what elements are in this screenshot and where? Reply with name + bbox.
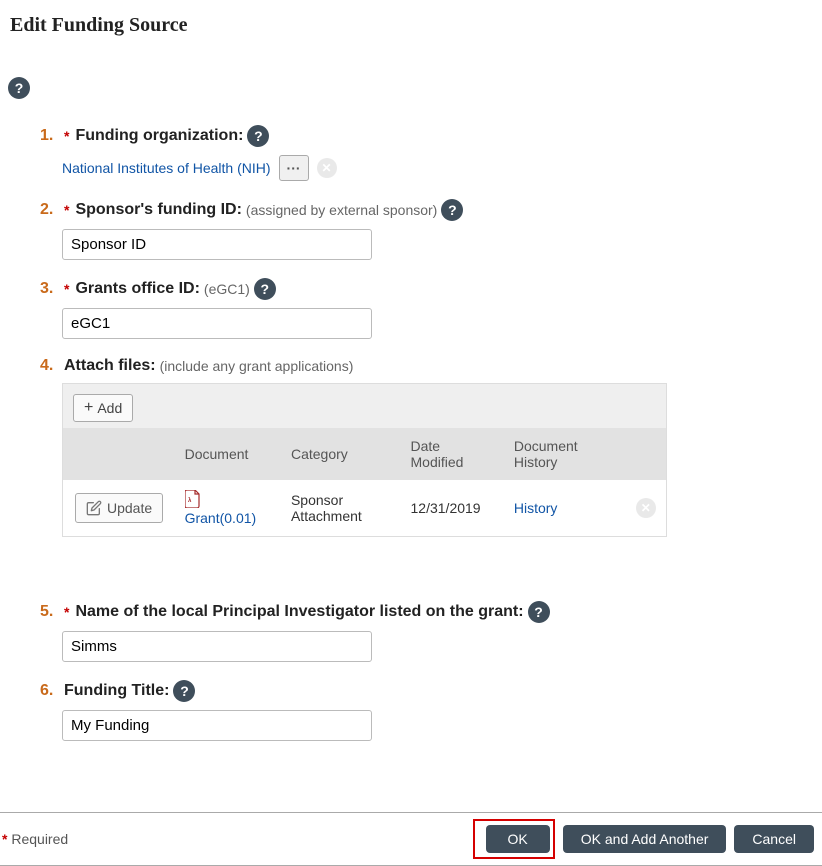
attachment-history-link[interactable]: History (514, 500, 558, 516)
attachment-date: 12/31/2019 (401, 480, 504, 536)
add-attachment-button[interactable]: + Add (73, 394, 133, 422)
field-funding-title: 6. Funding Title: ? (40, 680, 812, 741)
grants-office-id-input[interactable] (62, 308, 372, 339)
field-number: 1. (40, 127, 60, 145)
help-icon[interactable]: ? (254, 278, 276, 300)
page-title: Edit Funding Source (10, 14, 812, 37)
cancel-button[interactable]: Cancel (734, 825, 814, 853)
required-marker: * (64, 604, 69, 620)
required-footnote: * Required (2, 831, 68, 847)
funding-org-link[interactable]: National Institutes of Health (NIH) (62, 160, 271, 176)
help-icon[interactable]: ? (528, 601, 550, 623)
help-icon[interactable]: ? (247, 125, 269, 147)
field-sponsor-funding-id: 2. * Sponsor's funding ID: (assigned by … (40, 199, 812, 260)
table-row: Update λ Grant(0.01) Sponsor Attachm (63, 480, 666, 536)
add-label: Add (97, 400, 122, 416)
funding-title-input[interactable] (62, 710, 372, 741)
field-label: Attach files: (64, 357, 156, 375)
field-hint: (include any grant applications) (160, 358, 354, 374)
attachments-header-row: Document Category Date Modified Document… (63, 428, 666, 480)
plus-icon: + (84, 400, 93, 416)
field-number: 5. (40, 603, 60, 621)
svg-text:λ: λ (188, 498, 192, 504)
update-attachment-button[interactable]: Update (75, 493, 163, 523)
clear-icon[interactable]: ✕ (317, 158, 337, 178)
footer-bar: * Required OK OK and Add Another Cancel (0, 812, 822, 866)
pi-name-input[interactable] (62, 631, 372, 662)
field-label: Funding organization: (75, 127, 243, 145)
field-grants-office-id: 3. * Grants office ID: (eGC1) ? (40, 278, 812, 339)
attachment-category: Sponsor Attachment (281, 480, 401, 536)
required-marker: * (64, 202, 69, 218)
delete-attachment-icon[interactable]: ✕ (636, 498, 656, 518)
field-label: Sponsor's funding ID: (75, 201, 241, 219)
help-icon[interactable]: ? (173, 680, 195, 702)
field-number: 6. (40, 682, 60, 700)
attachment-doc-link[interactable]: Grant(0.01) (185, 510, 257, 526)
col-header-history: Document History (504, 428, 626, 480)
field-label: Name of the local Principal Investigator… (75, 603, 523, 621)
field-number: 3. (40, 280, 60, 298)
update-label: Update (107, 500, 152, 516)
field-number: 4. (40, 357, 60, 375)
attachments-table: + Add Document Category Date Modified Do… (62, 383, 667, 537)
required-marker: * (64, 281, 69, 297)
col-header-date: Date Modified (401, 428, 504, 480)
field-pi-name: 5. * Name of the local Principal Investi… (40, 601, 812, 662)
ok-button[interactable]: OK (486, 825, 550, 853)
field-label: Funding Title: (64, 682, 169, 700)
sponsor-id-input[interactable] (62, 229, 372, 260)
pdf-icon: λ (185, 490, 201, 508)
help-icon[interactable]: ? (441, 199, 463, 221)
ok-and-add-another-button[interactable]: OK and Add Another (563, 825, 727, 853)
required-marker: * (64, 128, 69, 144)
field-hint: (eGC1) (204, 281, 250, 297)
col-header-category: Category (281, 428, 401, 480)
field-label: Grants office ID: (75, 280, 199, 298)
ellipsis-picker-button[interactable]: ··· (279, 155, 309, 181)
field-attach-files: 4. Attach files: (include any grant appl… (40, 357, 812, 537)
col-header-document: Document (175, 428, 281, 480)
ok-highlight-box: OK (473, 819, 555, 859)
field-number: 2. (40, 201, 60, 219)
field-funding-organization: 1. * Funding organization: ? National In… (40, 125, 812, 181)
help-page-icon[interactable]: ? (8, 77, 30, 99)
field-hint: (assigned by external sponsor) (246, 202, 437, 218)
edit-icon (86, 500, 102, 516)
